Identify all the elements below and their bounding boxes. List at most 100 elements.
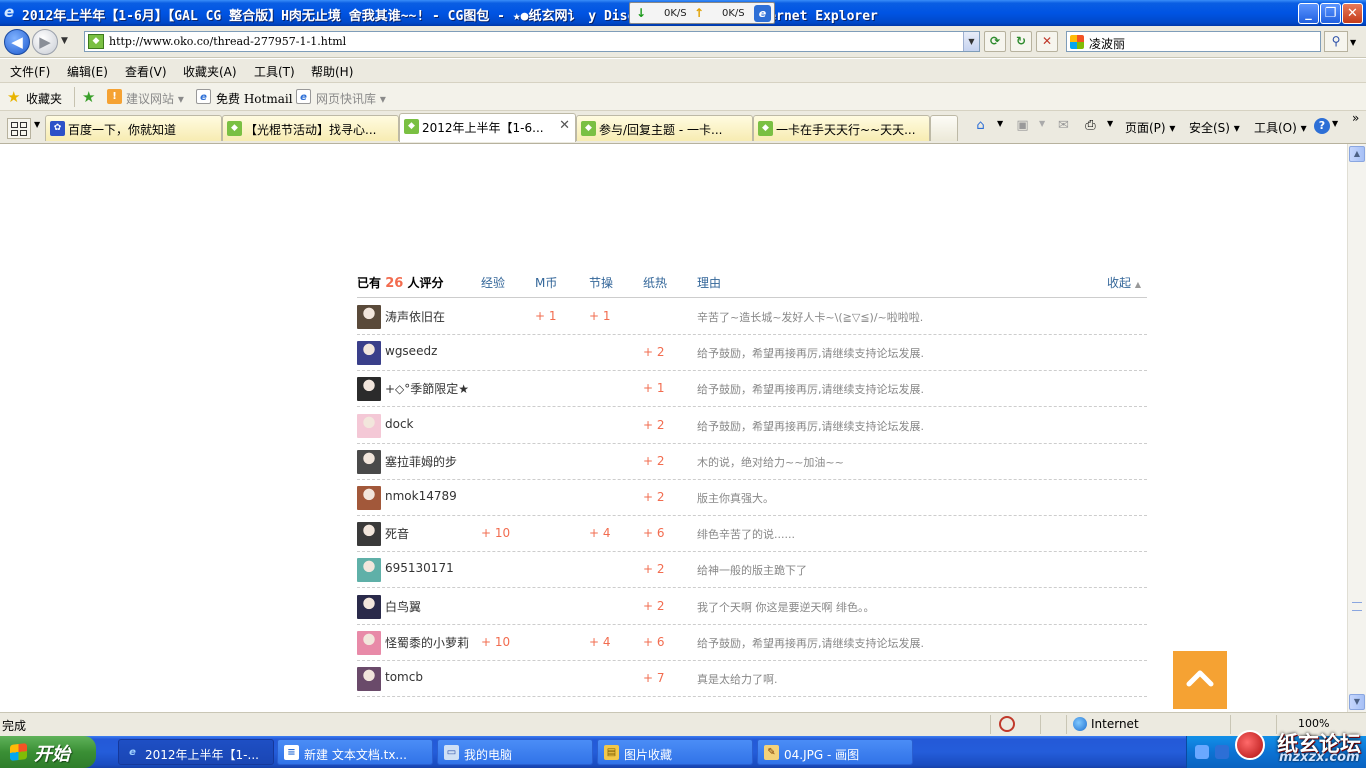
user-avatar[interactable]: [357, 413, 381, 438]
user-name-link[interactable]: nmok14789: [385, 489, 457, 503]
menu-favorites[interactable]: 收藏夹(A): [183, 63, 237, 80]
user-avatar[interactable]: [357, 449, 381, 474]
home-icon[interactable]: ⌂: [972, 118, 989, 134]
user-name-link[interactable]: wgseedz: [385, 344, 437, 358]
help-dropdown-icon[interactable]: ▼: [1332, 119, 1338, 128]
menu-tools[interactable]: 工具(T): [254, 63, 295, 80]
user-name-link[interactable]: 塞拉菲姆的步: [385, 453, 457, 470]
feed-dropdown-icon[interactable]: ▼: [1039, 119, 1045, 128]
tab-label: 百度一下，你就知道: [68, 123, 177, 137]
suggested-sites-link[interactable]: 建议网站 ▾: [126, 90, 184, 107]
rating-row: 死音 + 10 + 4 + 6 绯色辛苦了的说......: [357, 516, 1147, 553]
menu-help[interactable]: 帮助(H): [311, 63, 353, 80]
tab-baidu[interactable]: ✿ 百度一下，你就知道: [45, 115, 222, 141]
task-paint[interactable]: ✎ 04.JPG - 画图: [757, 739, 913, 765]
scroll-up-icon[interactable]: ▲: [1349, 146, 1365, 162]
task-notepad[interactable]: ≡ 新建 文本文档.tx...: [277, 739, 433, 765]
menu-view[interactable]: 查看(V): [125, 63, 167, 80]
rating-reason: 版主你真强大。: [697, 492, 774, 505]
url-text[interactable]: http://www.oko.co/thread-277957-1-1.html: [109, 35, 346, 48]
minimize-button[interactable]: _: [1298, 3, 1319, 24]
user-avatar[interactable]: [357, 630, 381, 655]
task-ie[interactable]: e 2012年上半年【1-...: [118, 739, 274, 765]
help-icon[interactable]: ?: [1314, 118, 1330, 134]
menu-edit[interactable]: 编辑(E): [67, 63, 108, 80]
forum-site: mzxzx.com: [1279, 750, 1360, 765]
user-name-link[interactable]: 涛声依旧在: [385, 308, 445, 325]
rating-row: dock + 2 给予鼓励，希望再接再厉,请继续支持论坛发展.: [357, 408, 1147, 444]
vertical-scrollbar[interactable]: ▲ ▼: [1347, 144, 1366, 712]
address-dropdown-icon[interactable]: ▼: [963, 32, 979, 51]
print-icon[interactable]: ⎙: [1082, 118, 1099, 134]
user-name-link[interactable]: 白鸟翼: [385, 598, 421, 615]
tray-ie-icon[interactable]: [1215, 745, 1229, 759]
add-favorite-icon[interactable]: ★: [82, 88, 95, 106]
scroll-down-icon[interactable]: ▼: [1349, 694, 1365, 710]
tab-label: 【光棍节活动】找寻心...: [245, 123, 377, 137]
tab-yika[interactable]: ◆ 一卡在手天天行~~天天...: [753, 115, 930, 141]
user-avatar[interactable]: [357, 377, 381, 402]
restore-button[interactable]: ❐: [1320, 3, 1341, 24]
quick-tabs-button[interactable]: [7, 118, 31, 139]
close-button[interactable]: ✕: [1342, 3, 1363, 24]
compatibility-view-icon[interactable]: ⟳: [984, 31, 1006, 52]
forward-button[interactable]: ▶: [32, 29, 58, 55]
tab-current-thread[interactable]: ◆ 2012年上半年【1-6... ✕: [399, 113, 576, 142]
search-options-dropdown-icon[interactable]: ▼: [1350, 38, 1356, 47]
menu-file[interactable]: 文件(F): [10, 63, 50, 80]
start-button[interactable]: 开始: [0, 736, 96, 768]
taskbar: 开始 e 2012年上半年【1-... ≡ 新建 文本文档.tx... ▭ 我的…: [0, 730, 1366, 768]
page-menu[interactable]: 页面(P) ▾: [1125, 119, 1175, 136]
close-tab-icon[interactable]: ✕: [559, 118, 570, 133]
rating-count: 26: [385, 276, 404, 291]
user-avatar[interactable]: [357, 341, 381, 366]
user-name-link[interactable]: 怪蜀黍的小萝莉: [385, 634, 469, 651]
rating-value-zr: + 7: [643, 671, 665, 685]
rating-row: 涛声依旧在 + 1 + 1 辛苦了~造长城~发好人卡~\(≧▽≦)/~啦啦啦.: [357, 299, 1147, 335]
user-name-link[interactable]: tomcb: [385, 670, 423, 684]
notepad-icon: ≡: [284, 745, 299, 760]
computer-icon: ▭: [444, 745, 459, 760]
search-icon[interactable]: ⚲: [1324, 31, 1348, 52]
history-dropdown-icon[interactable]: ▼: [61, 36, 68, 46]
back-button[interactable]: ◀: [4, 29, 30, 55]
rating-reason: 给予鼓励，希望再接再厉,请继续支持论坛发展.: [697, 383, 924, 397]
tools-menu[interactable]: 工具(O) ▾: [1254, 119, 1307, 136]
home-dropdown-icon[interactable]: ▼: [997, 119, 1003, 128]
user-name-link[interactable]: 695130171: [385, 561, 454, 575]
toolbar-overflow-icon[interactable]: »: [1352, 111, 1359, 125]
title-bar: e 2012年上半年【1-6月】【GAL CG 整合版】H肉无止境 舍我其谁~~…: [0, 0, 1366, 26]
user-avatar[interactable]: [357, 522, 381, 547]
tab-list-dropdown-icon[interactable]: ▼: [34, 120, 40, 129]
popup-blocker-icon[interactable]: [999, 716, 1015, 732]
hotmail-link[interactable]: 免费 Hotmail: [216, 90, 293, 107]
scroll-thumb[interactable]: [1352, 602, 1362, 611]
tab-reply[interactable]: ◆ 参与/回复主题 - 一卡...: [576, 115, 753, 141]
user-avatar[interactable]: [357, 594, 381, 619]
user-avatar[interactable]: [357, 305, 381, 329]
collapse-rating-link[interactable]: 收起 ▲: [1107, 274, 1141, 291]
task-my-computer[interactable]: ▭ 我的电脑: [437, 739, 593, 765]
tab-event[interactable]: ◆ 【光棍节活动】找寻心...: [222, 115, 399, 141]
new-tab-button[interactable]: [930, 115, 958, 141]
web-slice-gallery-link[interactable]: 网页快讯库 ▾: [316, 90, 386, 107]
user-avatar[interactable]: [357, 667, 381, 691]
rss-feed-icon[interactable]: ▣: [1014, 118, 1031, 134]
mail-icon[interactable]: ✉: [1055, 118, 1072, 134]
address-bar[interactable]: ◆ http://www.oko.co/thread-277957-1-1.ht…: [84, 31, 980, 52]
search-box[interactable]: 凌波丽: [1066, 31, 1321, 52]
search-input[interactable]: 凌波丽: [1089, 35, 1125, 52]
stop-icon[interactable]: ✕: [1036, 31, 1058, 52]
user-name-link[interactable]: 死音: [385, 525, 409, 542]
print-dropdown-icon[interactable]: ▼: [1107, 119, 1113, 128]
tray-app-icon[interactable]: [1195, 745, 1209, 759]
refresh-icon[interactable]: ↻: [1010, 31, 1032, 52]
task-pictures[interactable]: ▤ 图片收藏: [597, 739, 753, 765]
back-to-top-button[interactable]: [1173, 651, 1227, 709]
user-name-link[interactable]: +◇°季節限定★: [385, 380, 469, 397]
user-avatar[interactable]: [357, 486, 381, 510]
favorites-button[interactable]: 收藏夹: [26, 90, 62, 107]
user-avatar[interactable]: [357, 558, 381, 583]
user-name-link[interactable]: dock: [385, 417, 414, 431]
safety-menu[interactable]: 安全(S) ▾: [1189, 119, 1240, 136]
